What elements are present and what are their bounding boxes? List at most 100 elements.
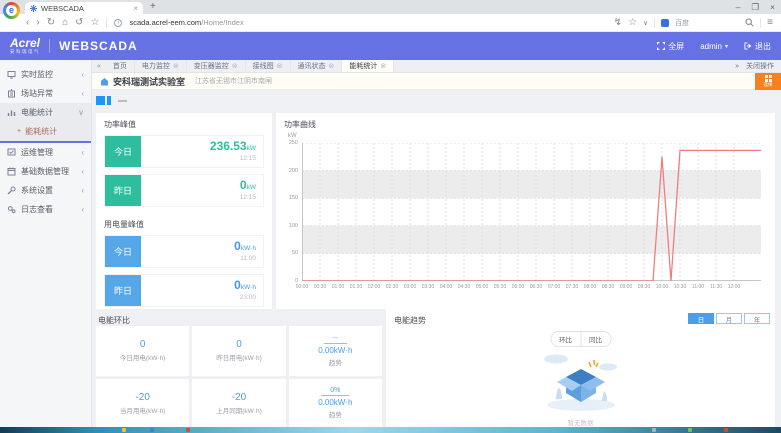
trend-legend: 环比 同比	[550, 331, 611, 347]
station-location: 江苏省无锡市江阴市南闸	[195, 76, 272, 86]
blue-bar-icon	[107, 96, 111, 105]
main-area: « 首页 电力监控⊗ 变压器监控⊗ 接线图⊗ 通讯状态⊗ 能耗统计⊗ » 关闭操…	[92, 60, 781, 427]
tab-close-icon[interactable]: ⊗	[329, 62, 335, 70]
logo-subtext: 安科瑞电气	[10, 50, 40, 55]
ops-screen-icon	[7, 148, 16, 157]
maximize-button[interactable]: ❐	[751, 0, 759, 14]
browser-tab[interactable]: WEBSCADA ×	[25, 2, 143, 14]
chevron-left-icon: ‹	[81, 89, 84, 98]
bookmark-star-icon[interactable]: ☆	[91, 17, 100, 28]
sidebar-item-log-view[interactable]: 日志查看 ‹	[0, 200, 91, 219]
energy-trend-panel: 电能趋势 日 月 年 环比 同比	[386, 309, 775, 428]
logo-text: Acrel	[10, 37, 40, 49]
user-menu[interactable]: admin ▾	[700, 42, 728, 51]
taskbar-icon[interactable]	[652, 428, 656, 432]
tab-comm-status[interactable]: 通讯状态⊗	[291, 60, 343, 72]
back-icon[interactable]: ‹	[26, 17, 29, 28]
tab-close-icon[interactable]: ⊗	[173, 62, 179, 70]
energy-trend-title: 电能趋势	[386, 309, 434, 331]
flash-icon[interactable]: ↯	[614, 17, 622, 28]
user-caret-icon: ▾	[725, 43, 728, 50]
sidebar-item-energy-statistics[interactable]: 电能统计 ∨	[0, 103, 91, 122]
close-button[interactable]: ×	[770, 0, 775, 14]
empty-state-text: 暂无数据	[568, 417, 594, 427]
home-icon[interactable]: ⌂	[62, 17, 68, 28]
taskbar-icon[interactable]	[186, 428, 190, 432]
tab-close-icon[interactable]: ⊗	[380, 62, 386, 70]
favicon-icon	[30, 5, 37, 12]
blue-square-icon	[96, 96, 105, 105]
energy-peak-title: 用电量峰值	[96, 213, 272, 235]
mom-card-yesterday: 0 昨日用电(kW·h)	[192, 326, 285, 376]
favorite-star-icon[interactable]: ☆	[628, 17, 637, 28]
browser-menu-icon[interactable]: ≡	[767, 17, 773, 28]
taskbar-icon[interactable]	[688, 428, 692, 432]
bar-chart-icon	[7, 108, 16, 117]
fullscreen-icon	[657, 42, 665, 50]
wrench-icon	[7, 186, 16, 195]
chevron-down-icon: ∨	[78, 108, 84, 117]
search-engine-icon[interactable]	[661, 19, 669, 27]
tab-close-icon[interactable]: ⊗	[232, 62, 238, 70]
energy-peak-today-card: 今日 0kW·h 11:00	[104, 235, 264, 268]
bullet-icon: +	[17, 128, 21, 135]
sidebar-subitem-energy-consumption[interactable]: + 能耗统计	[0, 122, 91, 141]
energy-peak-today-time: 11:00	[141, 255, 256, 262]
power-peak-yesterday-card: 昨日 0kW 12:15	[104, 174, 264, 207]
address-bar[interactable]: scada.acrel-eem.com/Home/Index	[129, 18, 243, 27]
range-month-button[interactable]: 月	[716, 313, 742, 324]
search-icon[interactable]	[745, 18, 754, 27]
site-info-icon[interactable]: i	[114, 19, 122, 27]
dropdown-caret-icon[interactable]: ∨	[643, 19, 648, 27]
tabs-more-icon[interactable]: »	[735, 63, 739, 70]
sidebar-item-ops-management[interactable]: 运维管理 ‹	[0, 143, 91, 162]
fullscreen-button[interactable]: 全屏	[657, 41, 684, 52]
minimize-button[interactable]: –	[736, 0, 741, 14]
tab-close-icon[interactable]: ×	[133, 4, 138, 13]
new-tab-button[interactable]: +	[150, 1, 156, 12]
forward-icon[interactable]: ›	[36, 17, 39, 28]
unit-label: kW·h	[241, 284, 256, 291]
station-select-button[interactable]: 选择	[755, 73, 781, 90]
legend-yoy[interactable]: 同比	[581, 332, 610, 346]
search-engine-label[interactable]: 百度	[675, 18, 689, 28]
logout-button[interactable]: 退出	[744, 41, 771, 52]
calendar-icon	[7, 167, 16, 176]
close-operations-button[interactable]: 关闭操作	[746, 61, 774, 71]
splitter-widget[interactable]	[96, 96, 127, 105]
sidebar-item-station-abnormal[interactable]: 场站异常 ‹	[0, 84, 91, 103]
energy-mom-panel: 电能环比 0 今日用电(kW·h) 0 昨日用电(kW·h) -- 0.00kW	[96, 309, 382, 428]
power-curve-title: 功率曲线	[276, 113, 775, 135]
url-path: /Home/Index	[201, 18, 244, 27]
range-button-group: 日 月 年	[688, 309, 775, 324]
y-axis-unit: kW	[288, 133, 297, 139]
sidebar-item-system-settings[interactable]: 系统设置 ‹	[0, 181, 91, 200]
power-peak-yesterday-time: 12:15	[141, 194, 256, 201]
building-icon	[100, 77, 109, 86]
tabs-collapse-icon[interactable]: «	[92, 60, 106, 72]
tab-energy-consumption[interactable]: 能耗统计⊗	[342, 60, 394, 72]
range-year-button[interactable]: 年	[744, 313, 770, 324]
taskbar-icon[interactable]	[100, 428, 104, 432]
chevron-left-icon: ‹	[81, 167, 84, 176]
tab-power-monitor[interactable]: 电力监控⊗	[135, 60, 187, 72]
history-icon[interactable]: ↺	[75, 17, 83, 28]
legend-mom[interactable]: 环比	[551, 332, 581, 346]
energy-peak-yesterday-card: 昨日 0kW·h 23:00	[104, 274, 264, 307]
tab-transformer-monitor[interactable]: 变压器监控⊗	[187, 60, 246, 72]
sidebar-item-realtime-monitor[interactable]: 实时监控 ‹	[0, 65, 91, 84]
peaks-panel: 功率峰值 今日 236.53kW 12:15 昨日 0kW 12:15	[96, 113, 272, 309]
divider	[106, 18, 107, 28]
taskbar-icon[interactable]	[724, 428, 728, 432]
tab-close-icon[interactable]: ⊗	[277, 62, 283, 70]
tab-home[interactable]: 首页	[106, 60, 135, 72]
refresh-icon[interactable]: ↻	[47, 17, 55, 28]
taskbar-icon[interactable]	[122, 428, 126, 432]
tab-wiring-diagram[interactable]: 接线图⊗	[246, 60, 291, 72]
dashboard-content: 功率峰值 今日 236.53kW 12:15 昨日 0kW 12:15	[92, 91, 781, 427]
range-day-button[interactable]: 日	[688, 313, 714, 324]
taskbar[interactable]	[0, 427, 781, 433]
sidebar-item-base-data[interactable]: 基础数据管理 ‹	[0, 162, 91, 181]
taskbar-icon[interactable]	[150, 428, 154, 432]
mom-card-day-trend: -- 0.00kW·h 趋势	[289, 326, 382, 376]
